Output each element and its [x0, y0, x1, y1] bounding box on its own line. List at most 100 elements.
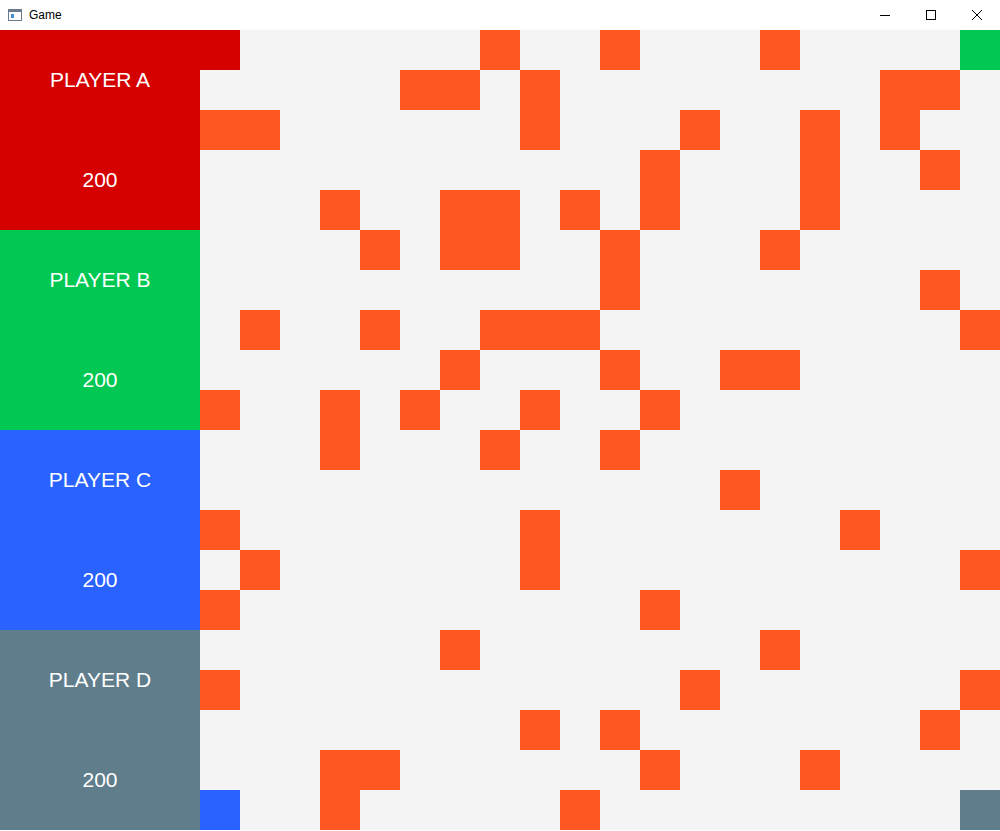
empty-cell [880, 590, 920, 630]
empty-cell [880, 350, 920, 390]
block-cell [960, 310, 1000, 350]
player-name: PLAYER B [0, 230, 200, 330]
empty-cell [440, 750, 480, 790]
empty-cell [360, 70, 400, 110]
close-button[interactable] [954, 0, 1000, 30]
empty-cell [440, 710, 480, 750]
player-card: PLAYER A200 [0, 30, 200, 230]
empty-cell [280, 630, 320, 670]
empty-cell [520, 590, 560, 630]
block-cell [760, 630, 800, 670]
empty-cell [200, 550, 240, 590]
empty-cell [320, 270, 360, 310]
empty-cell [720, 630, 760, 670]
block-cell [320, 190, 360, 230]
block-cell [320, 390, 360, 430]
block-cell [640, 190, 680, 230]
empty-cell [280, 190, 320, 230]
empty-cell [560, 150, 600, 190]
empty-cell [800, 510, 840, 550]
empty-cell [800, 790, 840, 830]
block-cell [480, 30, 520, 70]
empty-cell [800, 270, 840, 310]
empty-cell [920, 590, 960, 630]
empty-cell [920, 750, 960, 790]
empty-cell [320, 590, 360, 630]
block-cell [440, 350, 480, 390]
empty-cell [240, 710, 280, 750]
block-cell [200, 510, 240, 550]
empty-cell [880, 710, 920, 750]
empty-cell [480, 270, 520, 310]
empty-cell [720, 710, 760, 750]
empty-cell [680, 430, 720, 470]
empty-cell [200, 150, 240, 190]
block-cell [400, 390, 440, 430]
empty-cell [440, 430, 480, 470]
empty-cell [440, 590, 480, 630]
title-bar: Game [0, 0, 1000, 30]
empty-cell [880, 790, 920, 830]
empty-cell [880, 670, 920, 710]
empty-cell [280, 310, 320, 350]
empty-cell [360, 590, 400, 630]
empty-cell [720, 310, 760, 350]
empty-cell [480, 110, 520, 150]
empty-cell [840, 350, 880, 390]
empty-cell [920, 310, 960, 350]
empty-cell [920, 390, 960, 430]
block-cell [520, 70, 560, 110]
empty-cell [520, 230, 560, 270]
empty-cell [960, 270, 1000, 310]
empty-cell [240, 30, 280, 70]
empty-cell [640, 110, 680, 150]
block-cell [920, 270, 960, 310]
empty-cell [720, 190, 760, 230]
block-cell [600, 230, 640, 270]
block-cell [200, 590, 240, 630]
maximize-button[interactable] [908, 0, 954, 30]
empty-cell [320, 70, 360, 110]
empty-cell [760, 710, 800, 750]
player-token [200, 30, 240, 70]
empty-cell [560, 750, 600, 790]
empty-cell [480, 630, 520, 670]
player-name: PLAYER D [0, 630, 200, 730]
player-score: 200 [0, 330, 200, 430]
empty-cell [400, 510, 440, 550]
game-area: PLAYER A200PLAYER B200PLAYER C200PLAYER … [0, 30, 1000, 830]
close-icon [972, 10, 982, 20]
empty-cell [680, 590, 720, 630]
empty-cell [600, 670, 640, 710]
empty-cell [320, 710, 360, 750]
block-cell [600, 350, 640, 390]
minimize-button[interactable] [862, 0, 908, 30]
empty-cell [680, 550, 720, 590]
empty-cell [880, 270, 920, 310]
empty-cell [560, 630, 600, 670]
empty-cell [480, 750, 520, 790]
empty-cell [240, 670, 280, 710]
block-cell [360, 230, 400, 270]
empty-cell [680, 710, 720, 750]
empty-cell [240, 430, 280, 470]
empty-cell [760, 390, 800, 430]
block-cell [640, 590, 680, 630]
empty-cell [640, 470, 680, 510]
empty-cell [320, 670, 360, 710]
block-cell [240, 550, 280, 590]
empty-cell [920, 230, 960, 270]
player-score: 200 [0, 530, 200, 630]
block-cell [600, 710, 640, 750]
empty-cell [680, 230, 720, 270]
empty-cell [360, 670, 400, 710]
empty-cell [760, 670, 800, 710]
empty-cell [880, 750, 920, 790]
empty-cell [240, 150, 280, 190]
empty-cell [800, 30, 840, 70]
block-cell [560, 310, 600, 350]
empty-cell [600, 390, 640, 430]
empty-cell [760, 310, 800, 350]
empty-cell [280, 510, 320, 550]
empty-cell [240, 230, 280, 270]
